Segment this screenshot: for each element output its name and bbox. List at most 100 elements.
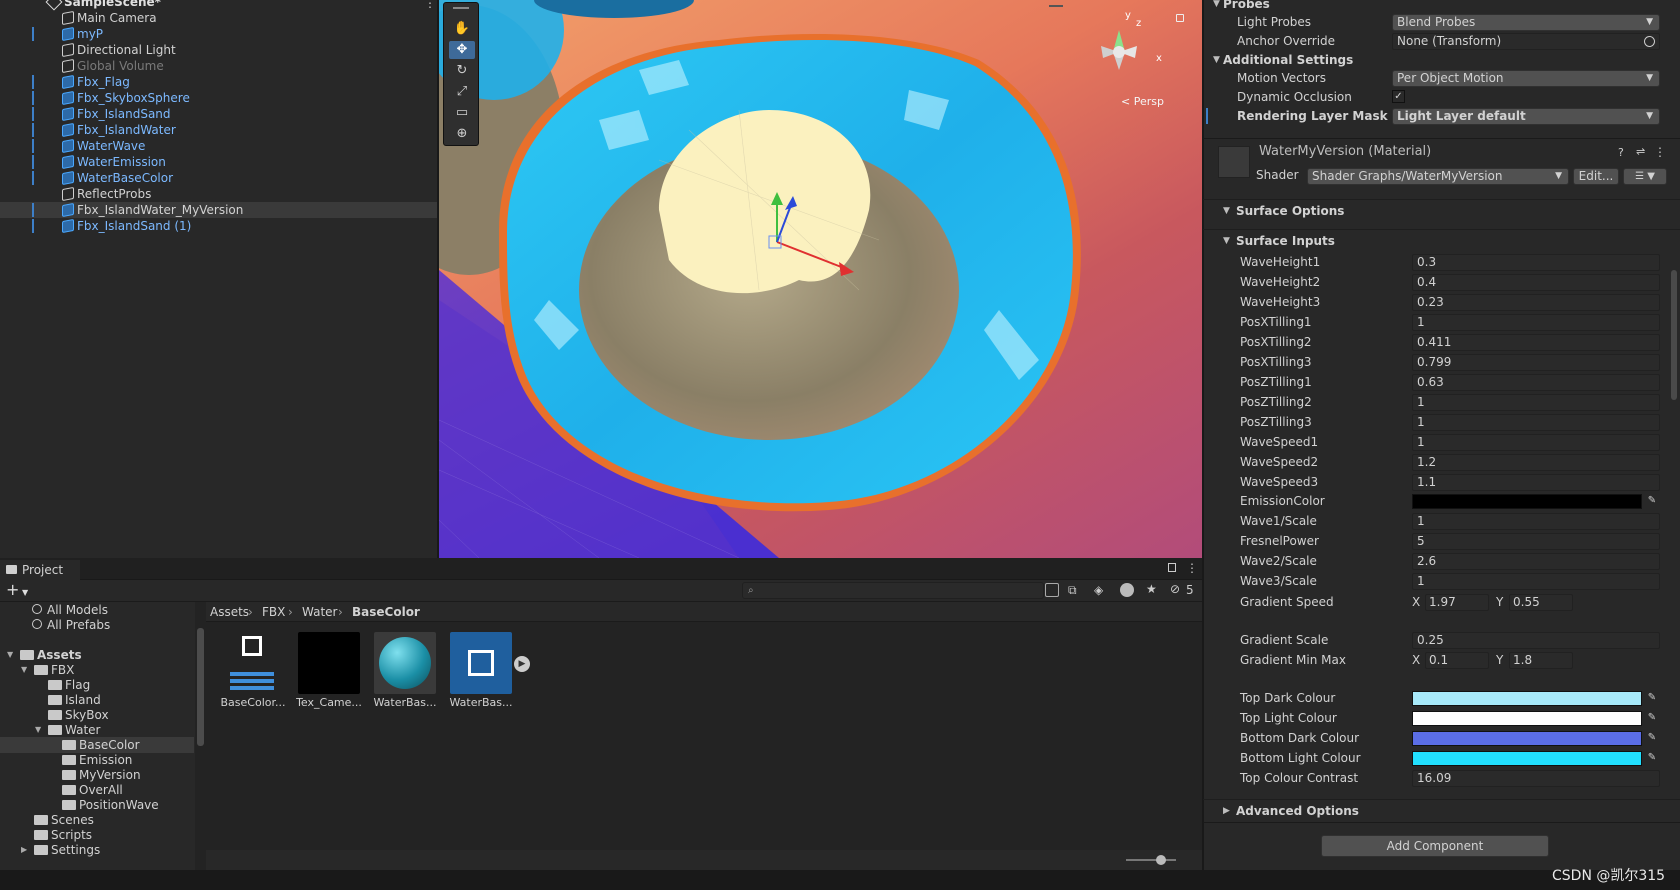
folder-tree-item[interactable]: ▼ FBX	[0, 662, 194, 678]
folder-tree-item[interactable]: Emission	[0, 752, 194, 768]
kebab-menu-icon[interactable]: ⋮	[1654, 145, 1666, 159]
eyedropper-icon[interactable]: ✎	[1645, 731, 1659, 745]
filter-type-icon[interactable]: ⧉	[1068, 583, 1077, 598]
hierarchy-item[interactable]: Fbx_IslandWater	[0, 122, 437, 138]
asset-tile[interactable]: BaseColor...	[220, 632, 286, 709]
hierarchy-item[interactable]: Fbx_Flag	[0, 74, 437, 90]
folder-tree-item[interactable]: Flag	[0, 677, 194, 693]
colour-swatch[interactable]	[1412, 711, 1642, 726]
contrast-field[interactable]: 16.09	[1412, 770, 1660, 787]
breadcrumb-item[interactable]: Assets	[210, 602, 249, 622]
asset-tile[interactable]: WaterBas...	[372, 632, 438, 709]
foldout-arrow-icon[interactable]: ▼	[21, 662, 27, 678]
shader-options-button[interactable]: ☰ ▼	[1623, 168, 1667, 185]
colour-swatch[interactable]	[1412, 751, 1642, 766]
folder-tree-item[interactable]: Island	[0, 692, 194, 708]
edit-shader-button[interactable]: Edit...	[1573, 168, 1619, 185]
foldout-arrow-icon[interactable]: ▶	[21, 842, 27, 858]
surface-input-field[interactable]: 1.1	[1412, 474, 1660, 491]
scale-input-field[interactable]: 1	[1412, 513, 1660, 530]
surface-inputs-header[interactable]: ▼ Surface Inputs	[1203, 229, 1680, 251]
folder-tree-item[interactable]: Scripts	[0, 827, 194, 843]
add-component-button[interactable]: Add Component	[1321, 835, 1549, 857]
lock-icon[interactable]	[1176, 14, 1184, 22]
surface-input-field[interactable]: 1	[1412, 314, 1660, 331]
hierarchy-item[interactable]: ReflectProbs	[0, 186, 437, 202]
surface-input-field[interactable]: 0.23	[1412, 294, 1660, 311]
folder-tree-item[interactable]: All Prefabs	[0, 617, 194, 633]
zoom-slider-track[interactable]	[1126, 859, 1176, 861]
log-icon[interactable]	[1120, 583, 1134, 597]
transform-tool-icon[interactable]: ⊕	[449, 125, 475, 143]
eyedropper-icon[interactable]: ✎	[1645, 711, 1659, 725]
persp-label[interactable]: < Persp	[1121, 95, 1164, 108]
light-probes-dropdown[interactable]: Blend Probes ▼	[1392, 14, 1660, 31]
surface-input-field[interactable]: 1	[1412, 434, 1660, 451]
gradient-minmax-x-field[interactable]: 0.1	[1425, 652, 1489, 669]
breadcrumb-item[interactable]: FBX	[262, 602, 285, 622]
motion-vectors-dropdown[interactable]: Per Object Motion ▼	[1392, 70, 1660, 87]
colour-swatch[interactable]	[1412, 691, 1642, 706]
panel-menu-icon[interactable]: ⋮	[1186, 561, 1198, 575]
rect-tool-icon[interactable]: ▭	[449, 104, 475, 122]
object-picker-icon[interactable]	[1644, 36, 1655, 47]
gradient-scale-field[interactable]: 0.25	[1412, 632, 1660, 649]
scale-input-field[interactable]: 5	[1412, 533, 1660, 550]
help-icon[interactable]: ?	[1618, 146, 1624, 159]
search-by-type-icon[interactable]	[1045, 583, 1059, 597]
tree-scrollbar[interactable]	[195, 602, 206, 870]
eyedropper-icon[interactable]: ✎	[1645, 751, 1659, 765]
hierarchy-item[interactable]: WaterWave	[0, 138, 437, 154]
foldout-arrow-icon[interactable]: ▼	[35, 722, 41, 738]
asset-tile[interactable]: WaterBas...	[448, 632, 514, 709]
surface-input-field[interactable]: 1	[1412, 414, 1660, 431]
folder-tree-item[interactable]: ▶ Settings	[0, 842, 194, 858]
expand-asset-icon[interactable]: ▶	[514, 656, 530, 672]
hierarchy-item[interactable]: WaterBaseColor	[0, 170, 437, 186]
foldout-arrow-icon[interactable]: ▼	[7, 647, 13, 663]
surface-input-field[interactable]: 0.4	[1412, 274, 1660, 291]
rendering-layer-dropdown[interactable]: Light Layer default ▼	[1392, 108, 1660, 125]
hierarchy-item[interactable]: Fbx_IslandWater_MyVersion	[0, 202, 437, 218]
project-tab[interactable]: Project	[0, 560, 80, 580]
hierarchy-item[interactable]: Fbx_IslandSand	[0, 106, 437, 122]
hierarchy-item[interactable]: Directional Light	[0, 42, 437, 58]
scene-menu-icon[interactable]: ⋮	[424, 0, 436, 10]
folder-tree-item[interactable]: PositionWave	[0, 797, 194, 813]
scale-input-field[interactable]: 1	[1412, 573, 1660, 590]
zoom-slider-handle[interactable]	[1156, 855, 1166, 865]
advanced-options-header[interactable]: ▶ Advanced Options	[1203, 799, 1680, 821]
folder-tree-item[interactable]: MyVersion	[0, 767, 194, 783]
hierarchy-item[interactable]: Global Volume	[0, 58, 437, 74]
folder-tree-item[interactable]: BaseColor	[0, 737, 194, 753]
favorite-star-icon[interactable]: ★	[1146, 582, 1157, 596]
dynamic-occlusion-checkbox[interactable]: ✓	[1392, 90, 1405, 103]
surface-input-field[interactable]: 0.63	[1412, 374, 1660, 391]
hidden-packages-icon[interactable]: ⊘	[1170, 582, 1180, 596]
scene-name[interactable]: SampleScene*	[64, 0, 161, 9]
emission-color-swatch[interactable]	[1412, 494, 1642, 509]
hierarchy-item[interactable]: Fbx_IslandSand (1)	[0, 218, 437, 234]
colour-swatch[interactable]	[1412, 731, 1642, 746]
hierarchy-item[interactable]: Fbx_SkyboxSphere	[0, 90, 437, 106]
hierarchy-item[interactable]: WaterEmission	[0, 154, 437, 170]
scene-view[interactable]: y z x < Persp	[439, 0, 1202, 558]
folder-tree-item[interactable]: ▼ Water	[0, 722, 194, 738]
asset-tile[interactable]: Tex_Came...	[296, 632, 362, 709]
eyedropper-icon[interactable]: ✎	[1645, 494, 1659, 508]
surface-input-field[interactable]: 1.2	[1412, 454, 1660, 471]
rotate-tool-icon[interactable]: ↻	[449, 62, 475, 80]
gradient-speed-y-field[interactable]: 0.55	[1509, 594, 1573, 611]
scene-menu-icon[interactable]	[1049, 5, 1063, 7]
surface-input-field[interactable]: 0.3	[1412, 254, 1660, 271]
shader-dropdown[interactable]: Shader Graphs/WaterMyVersion ▼	[1307, 168, 1569, 185]
folder-tree-item[interactable]: Scenes	[0, 812, 194, 828]
lock-icon[interactable]	[1168, 563, 1176, 572]
hierarchy-item[interactable]: Main Camera	[0, 10, 437, 26]
eyedropper-icon[interactable]: ✎	[1645, 691, 1659, 705]
surface-options-header[interactable]: ▼ Surface Options	[1203, 199, 1680, 221]
surface-input-field[interactable]: 1	[1412, 394, 1660, 411]
scale-input-field[interactable]: 2.6	[1412, 553, 1660, 570]
hand-tool-icon[interactable]: ✋	[449, 20, 475, 38]
additional-settings-header[interactable]: ▼ Additional Settings	[1203, 50, 1680, 70]
